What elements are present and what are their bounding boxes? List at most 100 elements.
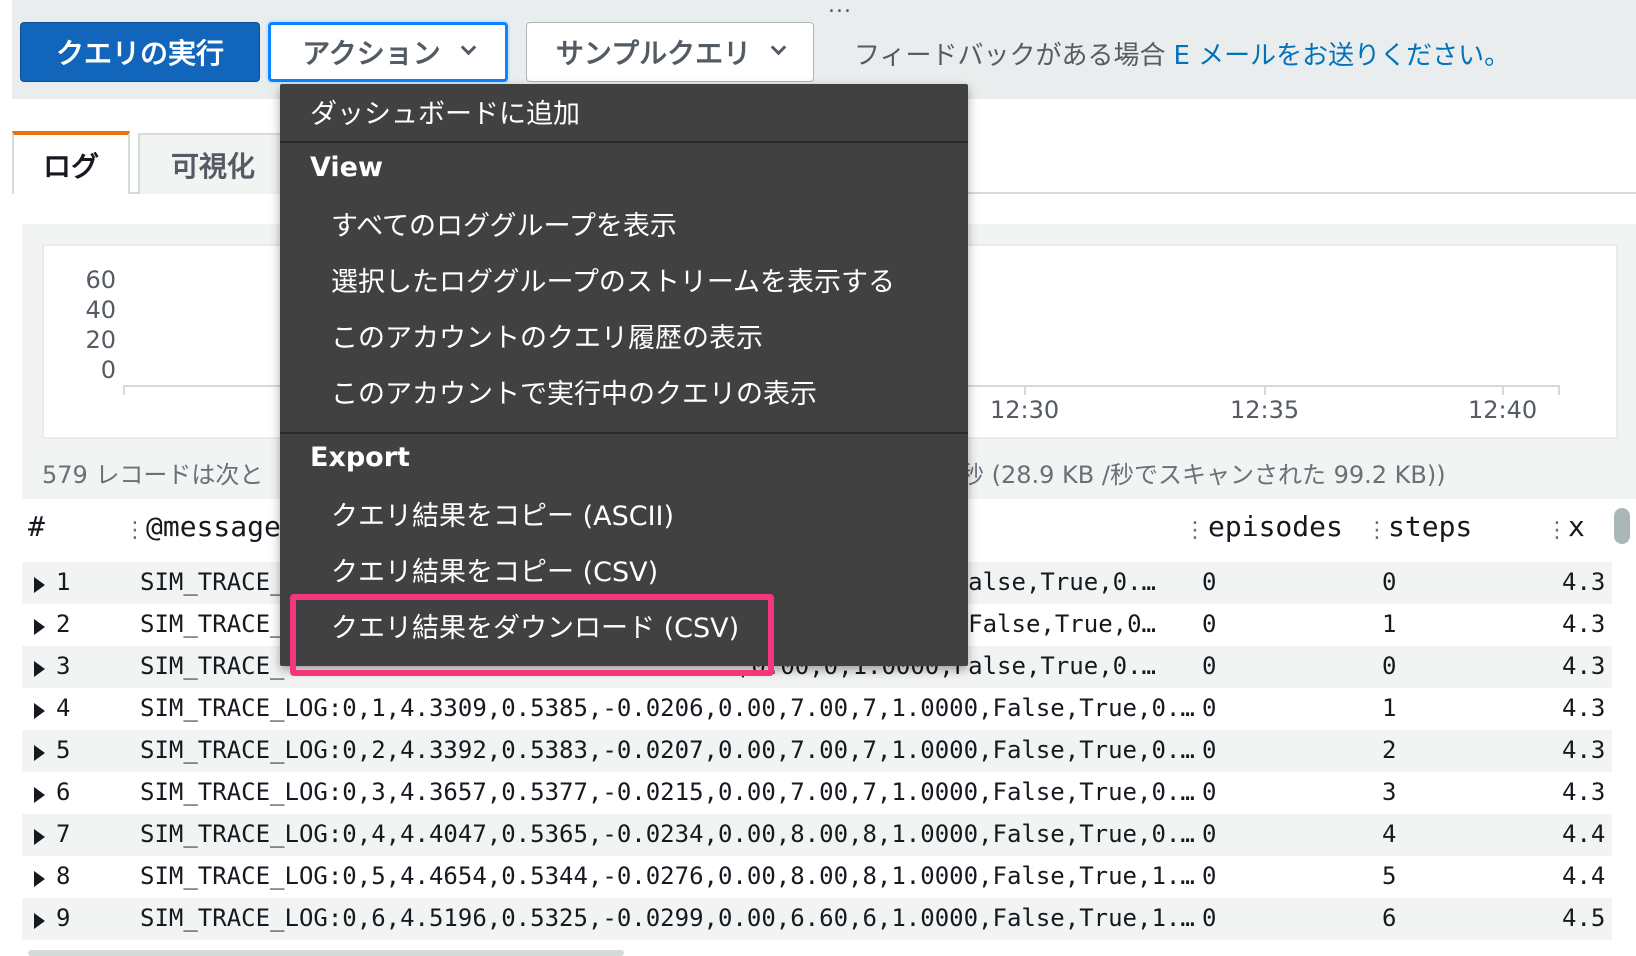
column-resize-icon[interactable]: ⋮ xyxy=(1546,518,1568,543)
expand-row-caret-icon[interactable] xyxy=(34,745,45,761)
y-tick: 20 xyxy=(85,326,116,354)
feedback-text: フィードバックがある場合 E メールをお送りください。 xyxy=(854,35,1510,72)
episodes-cell: 0 xyxy=(1202,736,1217,764)
expand-row-caret-icon[interactable] xyxy=(34,577,45,593)
records-summary: 579 レコードは次と xyxy=(42,461,264,489)
message-cell: SIM_TRACE_LOG:0,1,4.3309,0.5385,-0.0206,… xyxy=(140,694,1195,722)
message-cell: SIM_TRACE_LOG:0,5,4.4654,0.5344,-0.0276,… xyxy=(140,862,1195,890)
steps-cell: 5 xyxy=(1382,862,1397,890)
expand-row-caret-icon[interactable] xyxy=(34,913,45,929)
sample-queries-label: サンプルクエリ xyxy=(555,37,752,70)
annotation-highlight-box xyxy=(290,594,774,676)
row-number: 8 xyxy=(56,862,71,890)
y-tick: 60 xyxy=(85,266,116,294)
x-axis-tick xyxy=(1024,385,1026,395)
table-row[interactable]: 7 SIM_TRACE_LOG:0,4,4.4047,0.5365,-0.0234… xyxy=(22,814,1612,856)
run-query-button[interactable]: クエリの実行 xyxy=(20,22,260,82)
steps-cell: 3 xyxy=(1382,778,1397,806)
chevron-down-icon xyxy=(770,39,787,55)
x-axis-tick xyxy=(123,385,125,395)
x-tick: 12:40 xyxy=(1468,396,1538,424)
column-header-x[interactable]: x xyxy=(1568,510,1585,543)
x-axis-tick xyxy=(1558,385,1560,395)
x-cell: 4.3 xyxy=(1562,568,1606,596)
resize-grip-icon[interactable]: ... xyxy=(828,0,852,17)
episodes-cell: 0 xyxy=(1202,778,1217,806)
table-row[interactable]: 4 SIM_TRACE_LOG:0,1,4.3309,0.5385,-0.0206… xyxy=(22,688,1612,730)
horizontal-scrollbar[interactable] xyxy=(28,950,624,956)
row-number: 7 xyxy=(56,820,71,848)
row-number: 2 xyxy=(56,610,71,638)
column-resize-icon[interactable]: ⋮ xyxy=(124,518,146,543)
expand-row-caret-icon[interactable] xyxy=(34,871,45,887)
menu-item-view-log-streams[interactable]: 選択したロググループのストリームを表示する xyxy=(331,260,895,299)
vertical-scrollbar[interactable] xyxy=(1614,508,1630,544)
steps-cell: 0 xyxy=(1382,652,1397,680)
x-cell: 4.3 xyxy=(1562,778,1606,806)
x-tick: 12:30 xyxy=(990,396,1060,424)
column-header-message[interactable]: @message xyxy=(146,510,281,543)
menu-item-add-to-dashboard[interactable]: ダッシュボードに追加 xyxy=(310,92,580,131)
message-cell: SIM_TRACE_LOG:0,6,4.5196,0.5325,-0.0299,… xyxy=(140,904,1195,932)
feedback-email-link[interactable]: E メールをお送りください。 xyxy=(1173,41,1510,71)
column-header-steps[interactable]: steps xyxy=(1388,510,1472,543)
actions-label: アクション xyxy=(302,37,441,70)
actions-dropdown-menu: ダッシュボードに追加 View すべてのロググループを表示 選択したロググループ… xyxy=(280,84,968,666)
message-cell: SIM_TRACE_LOG:0,2,4.3392,0.5383,-0.0207,… xyxy=(140,736,1195,764)
x-cell: 4.3 xyxy=(1562,610,1606,638)
x-cell: 4.3 xyxy=(1562,694,1606,722)
steps-cell: 1 xyxy=(1382,610,1397,638)
row-number: 4 xyxy=(56,694,71,722)
expand-row-caret-icon[interactable] xyxy=(34,661,45,677)
menu-item-view-running-queries[interactable]: このアカウントで実行中のクエリの表示 xyxy=(331,372,817,411)
menu-header-export: Export xyxy=(310,442,410,473)
message-cell: SIM_TRACE_ xyxy=(140,652,285,680)
table-row[interactable]: 6 SIM_TRACE_LOG:0,3,4.3657,0.5377,-0.0215… xyxy=(22,772,1612,814)
menu-item-view-query-history[interactable]: このアカウントのクエリ履歴の表示 xyxy=(331,316,763,355)
x-axis-tick xyxy=(1502,385,1504,395)
actions-dropdown-button[interactable]: アクション xyxy=(268,22,508,82)
steps-cell: 6 xyxy=(1382,904,1397,932)
x-axis-tick xyxy=(1264,385,1266,395)
expand-row-caret-icon[interactable] xyxy=(34,829,45,845)
x-cell: 4.3 xyxy=(1562,652,1606,680)
x-cell: 4.4 xyxy=(1562,862,1606,890)
row-number: 9 xyxy=(56,904,71,932)
y-tick: 0 xyxy=(100,356,116,384)
message-cell: SIM_TRACE_ xyxy=(140,610,285,638)
column-header-number[interactable]: # xyxy=(28,510,45,543)
row-number: 5 xyxy=(56,736,71,764)
expand-row-caret-icon[interactable] xyxy=(34,703,45,719)
table-row[interactable]: 5 SIM_TRACE_LOG:0,2,4.3392,0.5383,-0.0207… xyxy=(22,730,1612,772)
scan-summary: 秒 (28.9 KB /秒でスキャンされた 99.2 KB)) xyxy=(960,461,1446,489)
column-header-episodes[interactable]: episodes xyxy=(1208,510,1343,543)
steps-cell: 2 xyxy=(1382,736,1397,764)
column-resize-icon[interactable]: ⋮ xyxy=(1184,518,1206,543)
table-row[interactable]: 8 SIM_TRACE_LOG:0,5,4.4654,0.5344,-0.0276… xyxy=(22,856,1612,898)
x-cell: 4.4 xyxy=(1562,820,1606,848)
chevron-down-icon xyxy=(460,39,477,55)
steps-cell: 4 xyxy=(1382,820,1397,848)
episodes-cell: 0 xyxy=(1202,568,1217,596)
row-number: 1 xyxy=(56,568,71,596)
menu-item-copy-csv[interactable]: クエリ結果をコピー (CSV) xyxy=(331,550,658,589)
sample-queries-button[interactable]: サンプルクエリ xyxy=(526,22,814,82)
tab-visualization[interactable]: 可視化 xyxy=(138,133,288,194)
steps-cell: 0 xyxy=(1382,568,1397,596)
expand-row-caret-icon[interactable] xyxy=(34,787,45,803)
steps-cell: 1 xyxy=(1382,694,1397,722)
column-resize-icon[interactable]: ⋮ xyxy=(1366,518,1388,543)
episodes-cell: 0 xyxy=(1202,652,1217,680)
menu-divider xyxy=(280,432,968,434)
expand-row-caret-icon[interactable] xyxy=(34,619,45,635)
message-cell: SIM_TRACE_LOG:0,4,4.4047,0.5365,-0.0234,… xyxy=(140,820,1195,848)
x-cell: 4.3 xyxy=(1562,736,1606,764)
menu-divider xyxy=(280,141,968,143)
feedback-label: フィードバックがある場合 xyxy=(854,41,1166,71)
message-cell: SIM_TRACE_LOG:0,3,4.3657,0.5377,-0.0215,… xyxy=(140,778,1195,806)
tab-logs[interactable]: ログ xyxy=(12,131,130,194)
row-number: 3 xyxy=(56,652,71,680)
table-row[interactable]: 9 SIM_TRACE_LOG:0,6,4.5196,0.5325,-0.0299… xyxy=(22,898,1612,940)
menu-item-copy-ascii[interactable]: クエリ結果をコピー (ASCII) xyxy=(331,494,674,533)
menu-item-view-all-log-groups[interactable]: すべてのロググループを表示 xyxy=(331,204,677,243)
